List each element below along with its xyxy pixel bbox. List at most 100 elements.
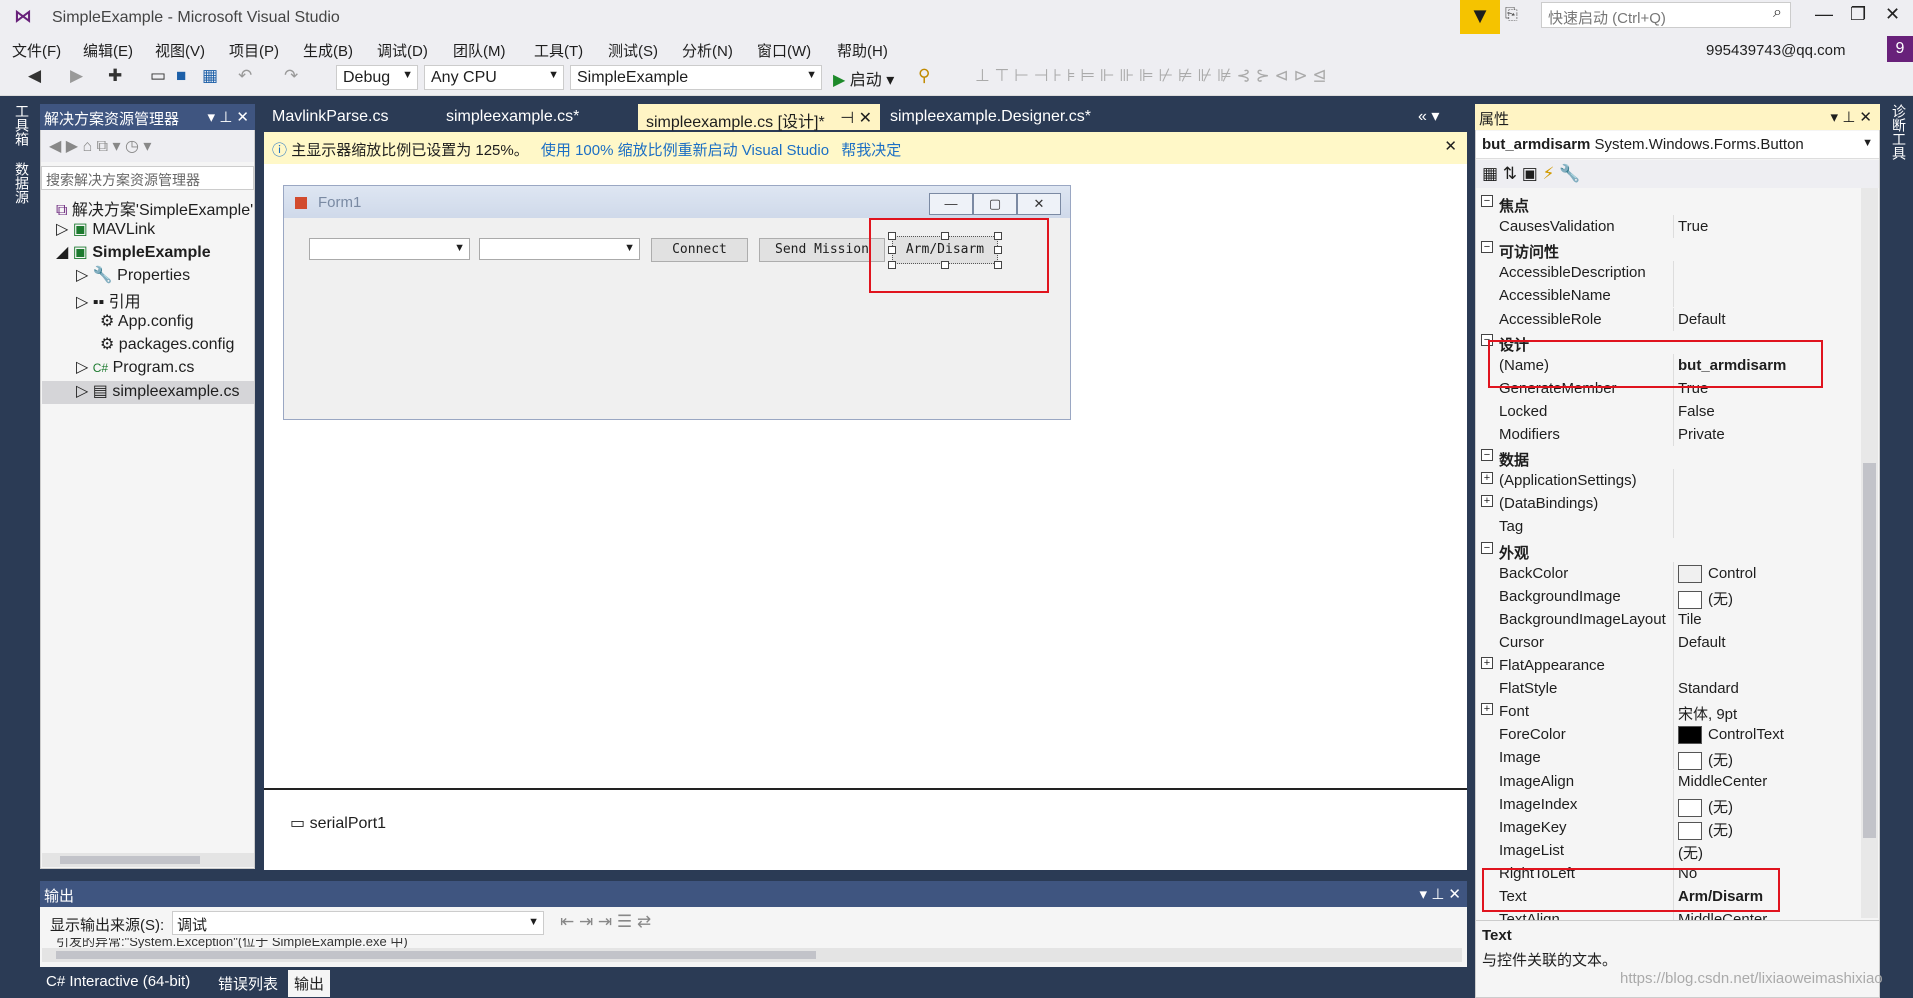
find-icon[interactable]: ⚲ bbox=[918, 66, 930, 86]
menu-tools[interactable]: 工具(T) bbox=[534, 40, 583, 61]
tab-mavlinkparse[interactable]: MavlinkParse.cs bbox=[264, 104, 430, 130]
close-tab-icon[interactable]: ⊣ ✕ bbox=[840, 108, 872, 128]
collapse-icon[interactable]: − bbox=[1481, 541, 1493, 554]
restart-link[interactable]: 使用 100% 缩放比例重新启动 Visual Studio bbox=[541, 142, 829, 159]
property-row[interactable]: AccessibleName bbox=[1477, 284, 1857, 308]
redo-icon[interactable]: ↷ bbox=[284, 66, 298, 86]
property-category[interactable]: − 外观 bbox=[1477, 539, 1857, 562]
property-value[interactable]: (无) bbox=[1673, 815, 1856, 840]
property-row[interactable]: Modifiers Private bbox=[1477, 423, 1857, 446]
account-badge[interactable]: 9 bbox=[1887, 36, 1913, 62]
property-row[interactable]: Cursor Default bbox=[1477, 630, 1857, 654]
close-icon[interactable]: ▾ ⊥ ✕ bbox=[208, 108, 250, 126]
property-row[interactable]: + Font 宋体, 9pt bbox=[1477, 700, 1857, 724]
datasources-tab[interactable]: 数据源 bbox=[12, 162, 32, 204]
menu-team[interactable]: 团队(M) bbox=[453, 40, 506, 61]
scroll-thumb[interactable] bbox=[1863, 463, 1876, 838]
expand-icon[interactable]: + bbox=[1481, 703, 1493, 716]
configuration-select[interactable]: Debug ▼ bbox=[336, 65, 418, 90]
property-row[interactable]: CausesValidation True bbox=[1477, 215, 1857, 239]
tree-item-solution[interactable]: ⧉ 解决方案'SimpleExample' bbox=[42, 196, 254, 219]
property-category[interactable]: − 数据 bbox=[1477, 446, 1857, 469]
notifications-icon[interactable]: ▼ bbox=[1460, 0, 1500, 34]
forward-icon[interactable]: ▶ bbox=[70, 66, 83, 86]
property-row[interactable]: ImageList (无) bbox=[1477, 838, 1857, 862]
scroll-thumb[interactable] bbox=[56, 951, 816, 959]
property-row[interactable]: BackgroundImageLayout Tile bbox=[1477, 607, 1857, 631]
property-value[interactable]: ControlText bbox=[1673, 723, 1856, 747]
property-row[interactable]: + (DataBindings) bbox=[1477, 492, 1857, 516]
property-value[interactable] bbox=[1673, 515, 1856, 539]
tab-overflow-icon[interactable]: « ▾ bbox=[1418, 106, 1439, 126]
tree-item-references[interactable]: ▷ ▪▪ 引用 bbox=[42, 288, 254, 311]
property-row[interactable]: Image (无) bbox=[1477, 746, 1857, 771]
new-project-icon[interactable]: ✚ bbox=[108, 66, 122, 86]
property-value[interactable] bbox=[1673, 654, 1856, 677]
property-value[interactable]: Standard bbox=[1673, 677, 1856, 701]
property-value[interactable]: True bbox=[1673, 215, 1856, 239]
collapse-icon[interactable]: − bbox=[1481, 241, 1493, 254]
quick-launch-input[interactable]: 快速启动 (Ctrl+Q) bbox=[1541, 2, 1791, 28]
object-selector[interactable]: but_armdisarm System.Windows.Forms.Butto… bbox=[1476, 131, 1879, 159]
property-row[interactable]: FlatStyle Standard bbox=[1477, 677, 1857, 701]
help-decide-link[interactable]: 帮我决定 bbox=[841, 142, 901, 159]
form-maximize-button[interactable]: ▢ bbox=[973, 193, 1017, 215]
menu-build[interactable]: 生成(B) bbox=[303, 40, 353, 61]
account-email[interactable]: 995439743@qq.com bbox=[1706, 42, 1846, 59]
property-value[interactable]: (无) bbox=[1673, 584, 1856, 609]
menu-test[interactable]: 测试(S) bbox=[608, 40, 658, 61]
align-icon[interactable]: ⊥ ⊤ ⊢ ⊣ ⊦ ⊧ ⊨ ⊩ ⊪ ⊫ ⊬ ⊭ ⊮ ⊯ ⊰ ⊱ ⊲ ⊳ ⊴ bbox=[975, 66, 1327, 86]
maximize-button[interactable]: ❐ bbox=[1850, 4, 1866, 25]
tree-item-packages-config[interactable]: ⚙ packages.config bbox=[42, 334, 254, 357]
output-source-select[interactable]: 调试 ▼ bbox=[172, 911, 544, 935]
form-minimize-button[interactable]: — bbox=[929, 193, 973, 215]
property-value[interactable]: (无) bbox=[1673, 838, 1856, 862]
tree-item-program-cs[interactable]: ▷ C# Program.cs bbox=[42, 357, 254, 380]
connect-button[interactable]: Connect bbox=[651, 238, 748, 262]
property-row[interactable]: BackColor Control bbox=[1477, 561, 1857, 585]
property-value[interactable] bbox=[1673, 492, 1856, 516]
property-row[interactable]: ForeColor ControlText bbox=[1477, 723, 1857, 747]
toolbox-tab[interactable]: 工具箱 bbox=[12, 104, 32, 146]
property-category[interactable]: − 可访问性 bbox=[1477, 238, 1857, 261]
expand-icon[interactable]: + bbox=[1481, 495, 1493, 508]
menu-edit[interactable]: 编辑(E) bbox=[83, 40, 133, 61]
serialport-component[interactable]: ▭ serialPort1 bbox=[290, 813, 386, 833]
tab-designer-active[interactable]: simpleexample.cs [设计]* ⊣ ✕ bbox=[638, 104, 880, 131]
property-row[interactable]: AccessibleRole Default bbox=[1477, 307, 1857, 331]
diagnostics-tab[interactable]: 诊断工具 bbox=[1889, 104, 1909, 160]
close-icon[interactable]: ▾ ⊥ ✕ bbox=[1420, 885, 1462, 903]
menu-view[interactable]: 视图(V) bbox=[155, 40, 205, 61]
collapse-icon[interactable]: ◢ bbox=[56, 244, 68, 261]
tab-output[interactable]: 输出 bbox=[288, 970, 331, 997]
tree-item-simpleexample[interactable]: ◢ ▣ SimpleExample bbox=[42, 242, 254, 265]
home-icon[interactable]: ◀ ▶ ⌂ ⧉ ▾ ◷ ▾ bbox=[49, 136, 151, 156]
expand-icon[interactable]: + bbox=[1481, 657, 1493, 669]
collapse-icon[interactable]: − bbox=[1481, 449, 1493, 462]
expand-icon[interactable]: ▷ bbox=[56, 221, 68, 238]
property-row[interactable]: Locked False bbox=[1477, 399, 1857, 423]
expand-icon[interactable]: ▷ bbox=[76, 359, 88, 376]
scroll-thumb[interactable] bbox=[60, 856, 200, 864]
menu-project[interactable]: 项目(P) bbox=[229, 40, 279, 61]
expand-icon[interactable]: ▷ bbox=[76, 267, 88, 284]
search-icon[interactable]: ⌕ bbox=[1773, 4, 1782, 22]
close-icon[interactable]: ▾ ⊥ ✕ bbox=[1831, 108, 1873, 126]
port-combobox[interactable]: ▼ bbox=[309, 238, 470, 260]
property-value[interactable]: Private bbox=[1673, 423, 1856, 446]
collapse-icon[interactable]: − bbox=[1481, 195, 1493, 207]
categorized-icon[interactable]: ▦ ⇅ ▣ ⚡ 🔧 bbox=[1482, 164, 1580, 184]
property-value[interactable] bbox=[1673, 284, 1856, 308]
property-value[interactable] bbox=[1673, 469, 1856, 493]
property-value[interactable]: 宋体, 9pt bbox=[1673, 700, 1856, 724]
output-tools-icon[interactable]: ⇤ ⇥ ⇥ ☰ ⇄ bbox=[560, 912, 651, 932]
property-row[interactable]: ImageKey (无) bbox=[1477, 815, 1857, 840]
tab-designer-cs[interactable]: simpleexample.Designer.cs* bbox=[882, 104, 1147, 130]
platform-select[interactable]: Any CPU ▼ bbox=[424, 65, 564, 90]
tab-error-list[interactable]: 错误列表 bbox=[212, 970, 284, 997]
property-value[interactable]: Default bbox=[1673, 307, 1856, 331]
menu-help[interactable]: 帮助(H) bbox=[837, 40, 888, 61]
property-value[interactable]: (无) bbox=[1673, 792, 1856, 817]
property-row[interactable]: + (ApplicationSettings) bbox=[1477, 469, 1857, 493]
property-row[interactable]: + FlatAppearance bbox=[1477, 654, 1857, 677]
